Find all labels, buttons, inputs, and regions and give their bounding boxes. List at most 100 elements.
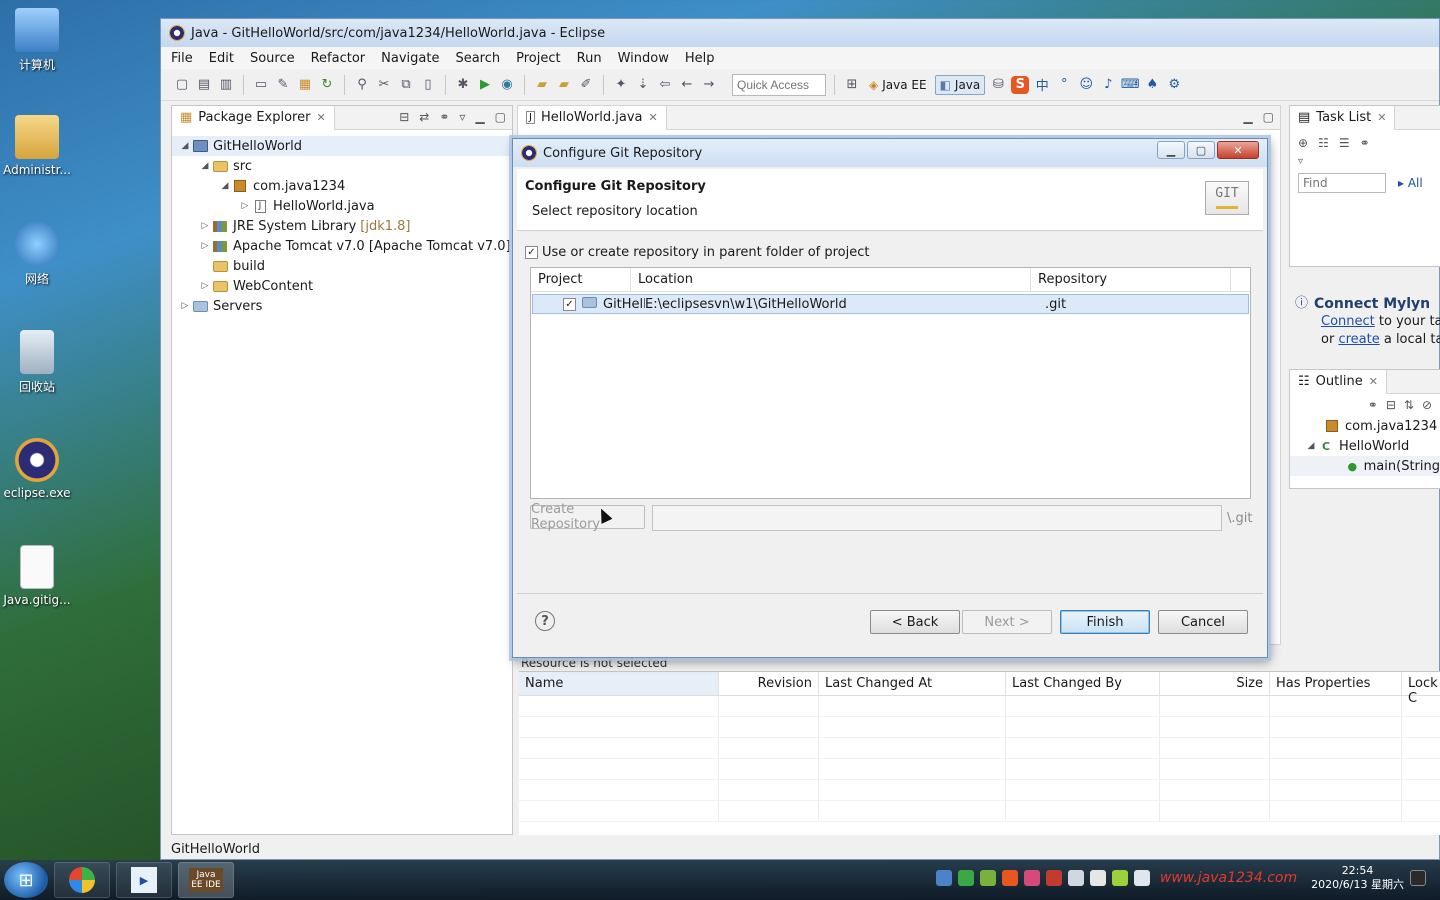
desktop-network-icon[interactable]: 网络: [2, 222, 72, 287]
collapsed-icon[interactable]: ▷: [198, 281, 212, 291]
menu-edit[interactable]: Edit: [209, 51, 234, 66]
desktop-eclipse-shortcut[interactable]: eclipse.exe: [2, 438, 72, 500]
start-button[interactable]: ⊞: [4, 862, 48, 898]
ime-skin-icon[interactable]: ♠: [1143, 76, 1161, 94]
maximize-icon[interactable]: ▢: [495, 110, 506, 124]
ime-chinese-icon[interactable]: 中: [1033, 76, 1051, 94]
collapsed-icon[interactable]: ▷: [198, 221, 212, 231]
tray-app-icon[interactable]: [1045, 870, 1062, 886]
close-icon[interactable]: ✕: [1377, 111, 1386, 124]
desktop-computer-icon[interactable]: 计算机: [2, 8, 72, 73]
tray-device-icon[interactable]: [1067, 870, 1084, 886]
save-all-icon[interactable]: ▥: [217, 76, 235, 94]
tray-shield-icon[interactable]: [957, 870, 974, 886]
tree-item-servers[interactable]: ▷ Servers: [172, 296, 512, 316]
column-header-revision[interactable]: Revision: [719, 672, 819, 695]
open-project-icon[interactable]: ▰: [555, 76, 573, 94]
svn-perspective-icon[interactable]: ⛁: [989, 76, 1007, 94]
menu-navigate[interactable]: Navigate: [381, 51, 439, 66]
quick-access-input[interactable]: [732, 73, 826, 96]
collapsed-icon[interactable]: ▷: [198, 241, 212, 251]
tree-item-webcontent[interactable]: ▷ WebContent: [172, 276, 512, 296]
last-edit-icon[interactable]: ⇦: [656, 76, 674, 94]
debug-icon[interactable]: ✱: [454, 76, 472, 94]
taskbar-video-app-icon[interactable]: ▶: [116, 862, 172, 898]
hide-nonpublic-icon[interactable]: ⊘: [1422, 398, 1432, 412]
column-header-name[interactable]: Name: [519, 672, 719, 695]
collapse-all-icon[interactable]: ⊟: [399, 110, 409, 124]
copy-icon[interactable]: ⧉: [397, 76, 415, 94]
new-task-icon[interactable]: ⊕: [1298, 136, 1308, 150]
column-header-project[interactable]: Project: [531, 268, 631, 291]
toggle-mark-icon[interactable]: ✎: [274, 76, 292, 94]
forward-icon[interactable]: →: [700, 76, 718, 94]
menu-search[interactable]: Search: [455, 51, 500, 66]
tree-item-java-file[interactable]: ▷ J HelloWorld.java: [172, 196, 512, 216]
create-link[interactable]: create: [1338, 332, 1379, 347]
cancel-button[interactable]: Cancel: [1158, 610, 1248, 634]
annotation-icon[interactable]: ✦: [612, 76, 630, 94]
pen-icon[interactable]: ✐: [577, 76, 595, 94]
categorized-icon[interactable]: ☷: [1318, 136, 1329, 150]
outline-item-package[interactable]: com.java1234: [1290, 416, 1440, 436]
outline-item-method[interactable]: ● main(String: [1290, 456, 1440, 476]
open-perspective-icon[interactable]: ⊞: [843, 76, 861, 94]
minimize-button[interactable]: ▁: [1157, 141, 1185, 159]
new-icon[interactable]: ▢: [173, 76, 191, 94]
expanded-icon[interactable]: ◢: [218, 181, 232, 191]
column-header-last-changed-at[interactable]: Last Changed At: [819, 672, 1006, 695]
tray-flower-icon[interactable]: [1023, 870, 1040, 886]
column-header-lock[interactable]: Lock C: [1402, 672, 1440, 706]
tree-item-build[interactable]: build: [172, 256, 512, 276]
tray-nvidia-icon[interactable]: [979, 870, 996, 886]
perspective-java[interactable]: ◧ Java: [934, 74, 986, 95]
close-button[interactable]: ✕: [1217, 141, 1259, 159]
tab-task-list[interactable]: ▤ Task List ✕: [1290, 105, 1396, 130]
tray-volume-icon[interactable]: [1133, 870, 1150, 886]
expanded-icon[interactable]: ◢: [1304, 441, 1318, 451]
tree-item-tomcat[interactable]: ▷ Apache Tomcat v7.0 [Apache Tomcat v7.0…: [172, 236, 512, 256]
menu-project[interactable]: Project: [516, 51, 560, 66]
close-icon[interactable]: ✕: [316, 111, 325, 124]
tray-network-icon[interactable]: [935, 870, 952, 886]
desktop-user-folder-icon[interactable]: Administr...: [2, 115, 72, 177]
menu-file[interactable]: File: [171, 51, 193, 66]
table-row[interactable]: ✓ GitHell E:\eclipsesvn\w1\GitHelloWorld…: [532, 294, 1249, 314]
row-checkbox[interactable]: ✓: [563, 297, 576, 311]
menu-source[interactable]: Source: [250, 51, 295, 66]
collapsed-icon[interactable]: ▷: [238, 201, 252, 211]
menu-refactor[interactable]: Refactor: [311, 51, 366, 66]
tree-item-jre[interactable]: ▷ JRE System Library [jdk1.8]: [172, 216, 512, 236]
perspective-java-ee[interactable]: ◈ Java EE: [865, 76, 931, 94]
help-icon[interactable]: ?: [535, 611, 555, 631]
tree-item-project[interactable]: ◢ GitHelloWorld: [172, 136, 512, 156]
tab-package-explorer[interactable]: ▦ Package Explorer ✕: [172, 105, 335, 130]
outline-item-class[interactable]: ◢ C HelloWorld: [1290, 436, 1440, 456]
hide-fields-icon[interactable]: ⚭: [1368, 398, 1378, 412]
repository-path-input[interactable]: [652, 505, 1222, 531]
desktop-gitignore-file[interactable]: Java.gitig...: [2, 545, 72, 607]
window-titlebar[interactable]: Java - GitHelloWorld/src/com/java1234/He…: [161, 19, 1439, 47]
maximize-button[interactable]: ▢: [1187, 141, 1215, 159]
task-filter-all[interactable]: ▸ All: [1398, 176, 1423, 190]
minimize-icon[interactable]: ▁: [1243, 110, 1252, 124]
new-package-icon[interactable]: ▦: [296, 76, 314, 94]
expanded-icon[interactable]: ◢: [178, 141, 192, 151]
collapsed-icon[interactable]: ▷: [178, 301, 192, 311]
sync-icon[interactable]: ⚭: [1360, 136, 1370, 150]
open-type-icon[interactable]: ⚲: [353, 76, 371, 94]
maximize-icon[interactable]: ▢: [1263, 110, 1274, 124]
refresh-icon[interactable]: ↻: [318, 76, 336, 94]
use-parent-repo-checkbox[interactable]: ✓ Use or create repository in parent fol…: [525, 245, 870, 260]
back-button[interactable]: < Back: [870, 610, 960, 634]
menu-window[interactable]: Window: [618, 51, 669, 66]
connect-link[interactable]: Connect: [1321, 314, 1375, 329]
taskbar-eclipse-item[interactable]: Java EE IDE: [178, 862, 234, 898]
tray-power-icon[interactable]: [1111, 870, 1128, 886]
cut-icon[interactable]: ✂: [375, 76, 393, 94]
tab-helloworld-java[interactable]: J HelloWorld.java ✕: [518, 105, 667, 130]
sogou-ime-icon[interactable]: S: [1011, 75, 1030, 94]
next-annotation-icon[interactable]: ⇣: [634, 76, 652, 94]
show-desktop-icon[interactable]: [1410, 870, 1426, 886]
save-icon[interactable]: ▤: [195, 76, 213, 94]
